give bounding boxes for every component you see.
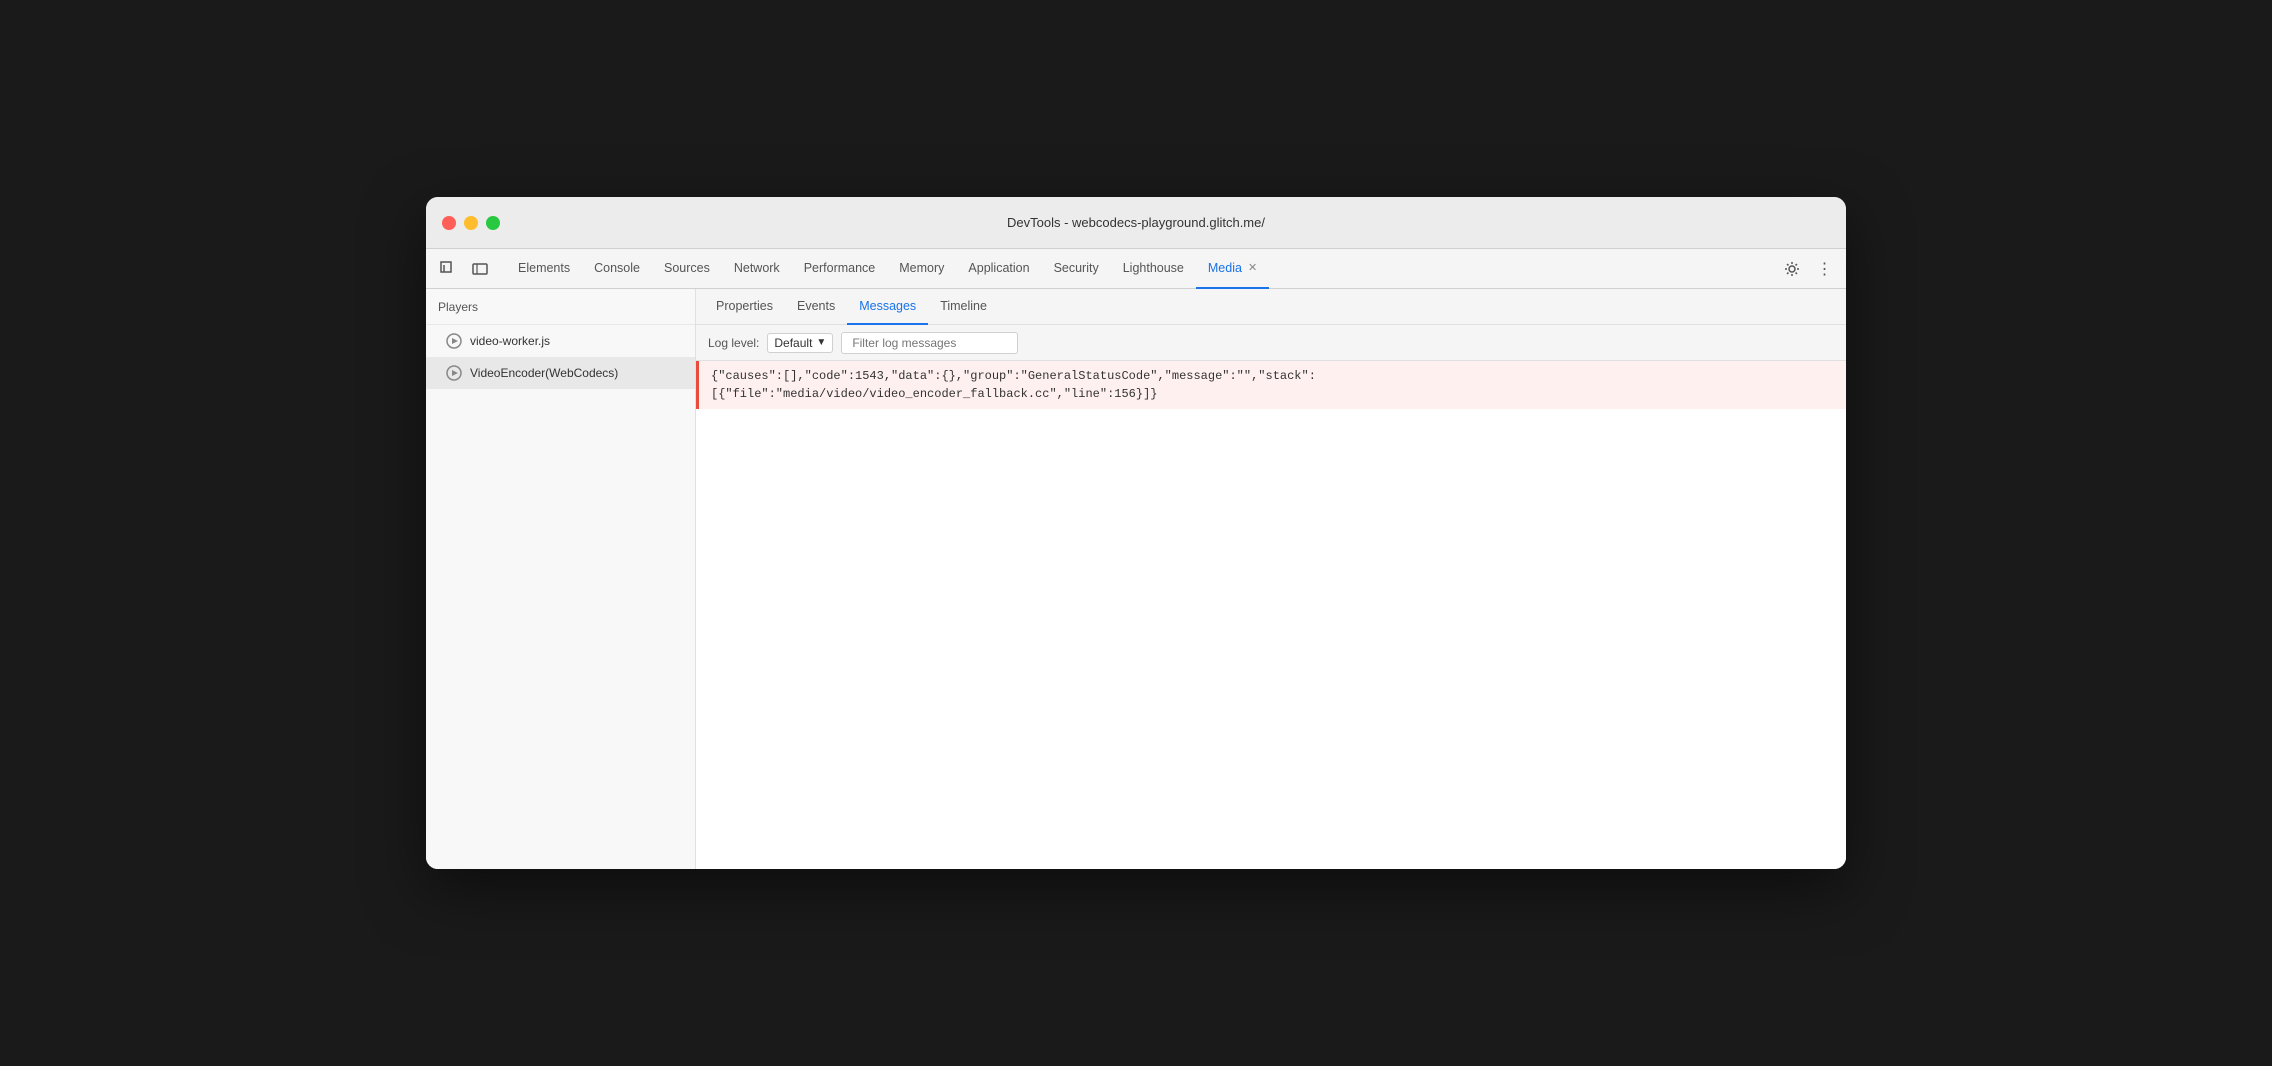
log-level-select[interactable]: Default ▼	[767, 333, 833, 353]
sub-tabs: Properties Events Messages Timeline	[696, 289, 1846, 325]
toolbar-actions: ⋮	[1778, 255, 1838, 283]
more-icon: ⋮	[1817, 259, 1832, 279]
settings-button[interactable]	[1778, 255, 1806, 283]
device-icon	[472, 261, 488, 277]
title-bar: DevTools - webcodecs-playground.glitch.m…	[426, 197, 1846, 249]
tab-elements[interactable]: Elements	[506, 250, 582, 289]
minimize-button[interactable]	[464, 216, 478, 230]
log-entry: {"causes":[],"code":1543,"data":{},"grou…	[696, 361, 1846, 409]
devtools-window: DevTools - webcodecs-playground.glitch.m…	[426, 197, 1846, 869]
traffic-lights	[442, 216, 500, 230]
tab-security[interactable]: Security	[1042, 250, 1111, 289]
sidebar: Players video-worker.js VideoEn	[426, 289, 696, 869]
log-level-label: Log level:	[708, 336, 759, 350]
sidebar-item-video-encoder[interactable]: VideoEncoder(WebCodecs)	[426, 357, 695, 389]
inspect-icon	[440, 261, 456, 277]
log-entry-text: {"causes":[],"code":1543,"data":{},"grou…	[711, 369, 1316, 401]
close-button[interactable]	[442, 216, 456, 230]
gear-icon	[1784, 261, 1800, 277]
main-content: Players video-worker.js VideoEn	[426, 289, 1846, 869]
sidebar-header: Players	[426, 289, 695, 325]
maximize-button[interactable]	[486, 216, 500, 230]
sub-tab-timeline[interactable]: Timeline	[928, 290, 999, 325]
sub-tab-events[interactable]: Events	[785, 290, 847, 325]
sidebar-item-label: VideoEncoder(WebCodecs)	[470, 366, 618, 380]
more-button[interactable]: ⋮	[1810, 255, 1838, 283]
play-icon	[446, 333, 462, 349]
log-controls: Log level: Default ▼	[696, 325, 1846, 361]
sub-tab-properties[interactable]: Properties	[704, 290, 785, 325]
nav-tabs: Elements Console Sources Network Perform…	[506, 249, 1778, 288]
log-level-value: Default	[774, 336, 812, 350]
tab-sources[interactable]: Sources	[652, 250, 722, 289]
tab-application[interactable]: Application	[956, 250, 1041, 289]
filter-input[interactable]	[841, 332, 1018, 354]
tab-console[interactable]: Console	[582, 250, 652, 289]
sidebar-item-label: video-worker.js	[470, 334, 550, 348]
tab-media-close[interactable]: ✕	[1248, 263, 1257, 274]
toolbar-icons	[434, 255, 494, 283]
inspect-element-button[interactable]	[434, 255, 462, 283]
right-panel: Properties Events Messages Timeline Log …	[696, 289, 1846, 869]
tab-network[interactable]: Network	[722, 250, 792, 289]
dropdown-icon: ▼	[816, 337, 826, 348]
tab-memory[interactable]: Memory	[887, 250, 956, 289]
toolbar: Elements Console Sources Network Perform…	[426, 249, 1846, 289]
sub-tab-messages[interactable]: Messages	[847, 290, 928, 325]
sidebar-item-video-worker[interactable]: video-worker.js	[426, 325, 695, 357]
tab-lighthouse[interactable]: Lighthouse	[1111, 250, 1196, 289]
tab-performance[interactable]: Performance	[792, 250, 888, 289]
play-icon	[446, 365, 462, 381]
window-title: DevTools - webcodecs-playground.glitch.m…	[1007, 215, 1265, 230]
device-toggle-button[interactable]	[466, 255, 494, 283]
tab-media[interactable]: Media ✕	[1196, 250, 1269, 289]
log-content: {"causes":[],"code":1543,"data":{},"grou…	[696, 361, 1846, 869]
